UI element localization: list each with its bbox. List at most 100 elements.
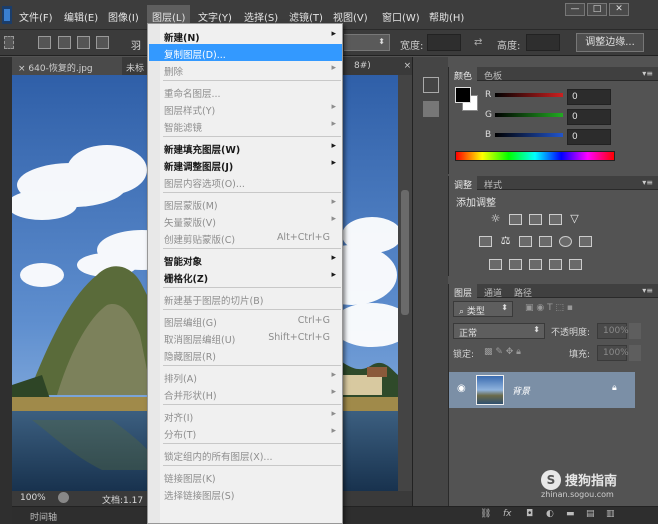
layer-menu-item[interactable]: 链接图层(K) xyxy=(149,468,342,485)
fx-icon[interactable]: fx xyxy=(503,509,512,519)
menu-select[interactable]: 选择(S) xyxy=(244,9,278,24)
layer-menu-item[interactable]: 图层蒙版(M) ▸ xyxy=(149,195,342,212)
exposure-icon[interactable] xyxy=(549,214,562,225)
layer-menu-item[interactable]: 隐藏图层(R) xyxy=(149,346,342,363)
layer-menu-item[interactable]: 分布(T) ▸ xyxy=(149,424,342,441)
panel-menu-icon[interactable]: ▾≡ xyxy=(642,286,653,295)
tab-close-icon[interactable]: × xyxy=(404,61,412,71)
maximize-button[interactable]: □ xyxy=(587,3,607,16)
menu-image[interactable]: 图像(I) xyxy=(108,9,139,24)
folder-icon[interactable]: ▬ xyxy=(566,509,575,519)
close-window-button[interactable]: ✕ xyxy=(609,3,629,16)
menu-view[interactable]: 视图(V) xyxy=(333,9,368,24)
threshold-icon[interactable] xyxy=(529,259,542,270)
blend-mode-dropdown[interactable]: 正常 ⬍ xyxy=(453,323,545,339)
layer-menu-item[interactable]: 合并形状(H) ▸ xyxy=(149,385,342,402)
layer-menu-item[interactable]: 复制图层(D)... xyxy=(149,44,342,61)
marquee-tool-icon[interactable] xyxy=(4,36,14,49)
new-selection-icon[interactable] xyxy=(38,36,51,49)
layer-menu-item[interactable]: 排列(A) ▸ xyxy=(149,368,342,385)
history-icon[interactable] xyxy=(423,77,439,93)
opacity-arrow-icon[interactable] xyxy=(629,323,641,339)
layer-menu-item[interactable]: 对齐(I) ▸ xyxy=(149,407,342,424)
layer-menu-item[interactable]: 新建调整图层(J) ▸ xyxy=(149,156,342,173)
status-info-icon[interactable] xyxy=(58,492,69,503)
tab-document-3[interactable]: 8#) × xyxy=(348,57,417,75)
tab-channels[interactable]: 通道 xyxy=(479,284,507,299)
channel-g-value[interactable]: 0 xyxy=(567,109,611,125)
refine-edge-button[interactable]: 调整边缘... xyxy=(576,33,644,52)
swap-icon[interactable]: ⇄ xyxy=(474,37,482,48)
foreground-color-swatch[interactable] xyxy=(455,87,471,103)
layer-menu-item[interactable]: 新建填充图层(W) ▸ xyxy=(149,139,342,156)
gradient-map-icon[interactable] xyxy=(569,259,582,270)
layer-filter-dropdown[interactable]: ⌕ 类型 ⬍ xyxy=(453,301,513,317)
timeline-label[interactable]: 时间轴 xyxy=(30,510,57,523)
adjustment-icon[interactable]: ◐ xyxy=(546,509,554,519)
panel-menu-icon[interactable]: ▾≡ xyxy=(642,178,653,187)
layer-menu-item[interactable]: 智能滤镜 ▸ xyxy=(149,117,342,134)
channel-mixer-icon[interactable] xyxy=(559,236,572,247)
menu-edit[interactable]: 编辑(E) xyxy=(64,9,98,24)
layer-menu-item[interactable]: 图层编组(G) Ctrl+G xyxy=(149,312,342,329)
color-spectrum[interactable] xyxy=(455,151,615,161)
filter-icons[interactable]: ▣ ◉ T ⬚ ▪ xyxy=(525,303,573,320)
layer-menu-item[interactable]: 删除 ▸ xyxy=(149,61,342,78)
width-field[interactable] xyxy=(427,34,461,51)
tab-close-icon[interactable]: × xyxy=(18,64,26,74)
tab-document-2[interactable]: 未标 xyxy=(120,57,150,75)
menu-file[interactable]: 文件(F) xyxy=(19,9,53,24)
layer-menu-item[interactable]: 选择链接图层(S) xyxy=(149,485,342,502)
menu-filter[interactable]: 滤镜(T) xyxy=(289,9,323,24)
lock-icons[interactable]: ▩ ✎ ✥ 🔒︎ xyxy=(484,347,521,364)
curves-icon[interactable] xyxy=(529,214,542,225)
channel-r-slider[interactable] xyxy=(495,93,563,97)
tab-color[interactable]: 颜色 xyxy=(449,67,478,82)
layer-menu-item[interactable]: 矢量蒙版(V) ▸ xyxy=(149,212,342,229)
opacity-field[interactable]: 100% xyxy=(597,323,629,339)
menu-help[interactable]: 帮助(H) xyxy=(429,9,464,24)
trash-icon[interactable]: ▥ xyxy=(606,509,615,519)
menu-type[interactable]: 文字(Y) xyxy=(198,9,232,24)
channel-b-slider[interactable] xyxy=(495,133,563,137)
levels-icon[interactable] xyxy=(509,214,522,225)
layer-menu-item[interactable]: 锁定组内的所有图层(X)... xyxy=(149,446,342,463)
link-icon[interactable]: ⛓ xyxy=(480,509,491,519)
layer-row-background[interactable]: ◉ 背景 🔒︎ xyxy=(449,372,635,408)
fill-arrow-icon[interactable] xyxy=(629,345,641,361)
zoom-level[interactable]: 100% xyxy=(20,493,46,503)
properties-icon[interactable] xyxy=(423,101,439,117)
new-layer-icon[interactable]: ▤ xyxy=(586,509,595,519)
fill-field[interactable]: 100% xyxy=(597,345,629,361)
style-dropdown[interactable]: ⬍ xyxy=(344,34,390,51)
layer-menu-item[interactable]: 图层样式(Y) ▸ xyxy=(149,100,342,117)
layer-name[interactable]: 背景 xyxy=(512,384,530,397)
color-lookup-icon[interactable] xyxy=(579,236,592,247)
layer-menu-item[interactable]: 栅格化(Z) ▸ xyxy=(149,268,342,285)
layer-menu-item[interactable]: 重命名图层... xyxy=(149,83,342,100)
brightness-icon[interactable]: ☼ xyxy=(489,213,502,225)
layer-menu-item[interactable]: 智能对象 ▸ xyxy=(149,251,342,268)
layer-menu-item[interactable]: 创建剪贴蒙版(C) Alt+Ctrl+G xyxy=(149,229,342,246)
posterize-icon[interactable] xyxy=(509,259,522,270)
invert-icon[interactable] xyxy=(489,259,502,270)
mask-icon[interactable]: ◘ xyxy=(526,509,533,519)
tab-swatches[interactable]: 色板 xyxy=(479,67,507,82)
tab-adjustments[interactable]: 调整 xyxy=(449,176,478,191)
eye-visibility-icon[interactable]: ◉ xyxy=(457,383,466,394)
tab-paths[interactable]: 路径 xyxy=(509,284,537,299)
scroll-thumb[interactable] xyxy=(401,190,409,315)
black-white-icon[interactable] xyxy=(519,236,532,247)
add-selection-icon[interactable] xyxy=(58,36,71,49)
selective-color-icon[interactable] xyxy=(549,259,562,270)
panel-menu-icon[interactable]: ▾≡ xyxy=(642,69,653,78)
subtract-selection-icon[interactable] xyxy=(77,36,90,49)
channel-g-slider[interactable] xyxy=(495,113,563,117)
menu-window[interactable]: 窗口(W) xyxy=(382,9,420,24)
layer-menu-item[interactable]: 图层内容选项(O)... xyxy=(149,173,342,190)
hue-saturation-icon[interactable] xyxy=(479,236,492,247)
channel-b-value[interactable]: 0 xyxy=(567,129,611,145)
tab-document-1[interactable]: × 640-恢复的.jpg xyxy=(12,57,122,75)
channel-r-value[interactable]: 0 xyxy=(567,89,611,105)
photo-filter-icon[interactable] xyxy=(539,236,552,247)
